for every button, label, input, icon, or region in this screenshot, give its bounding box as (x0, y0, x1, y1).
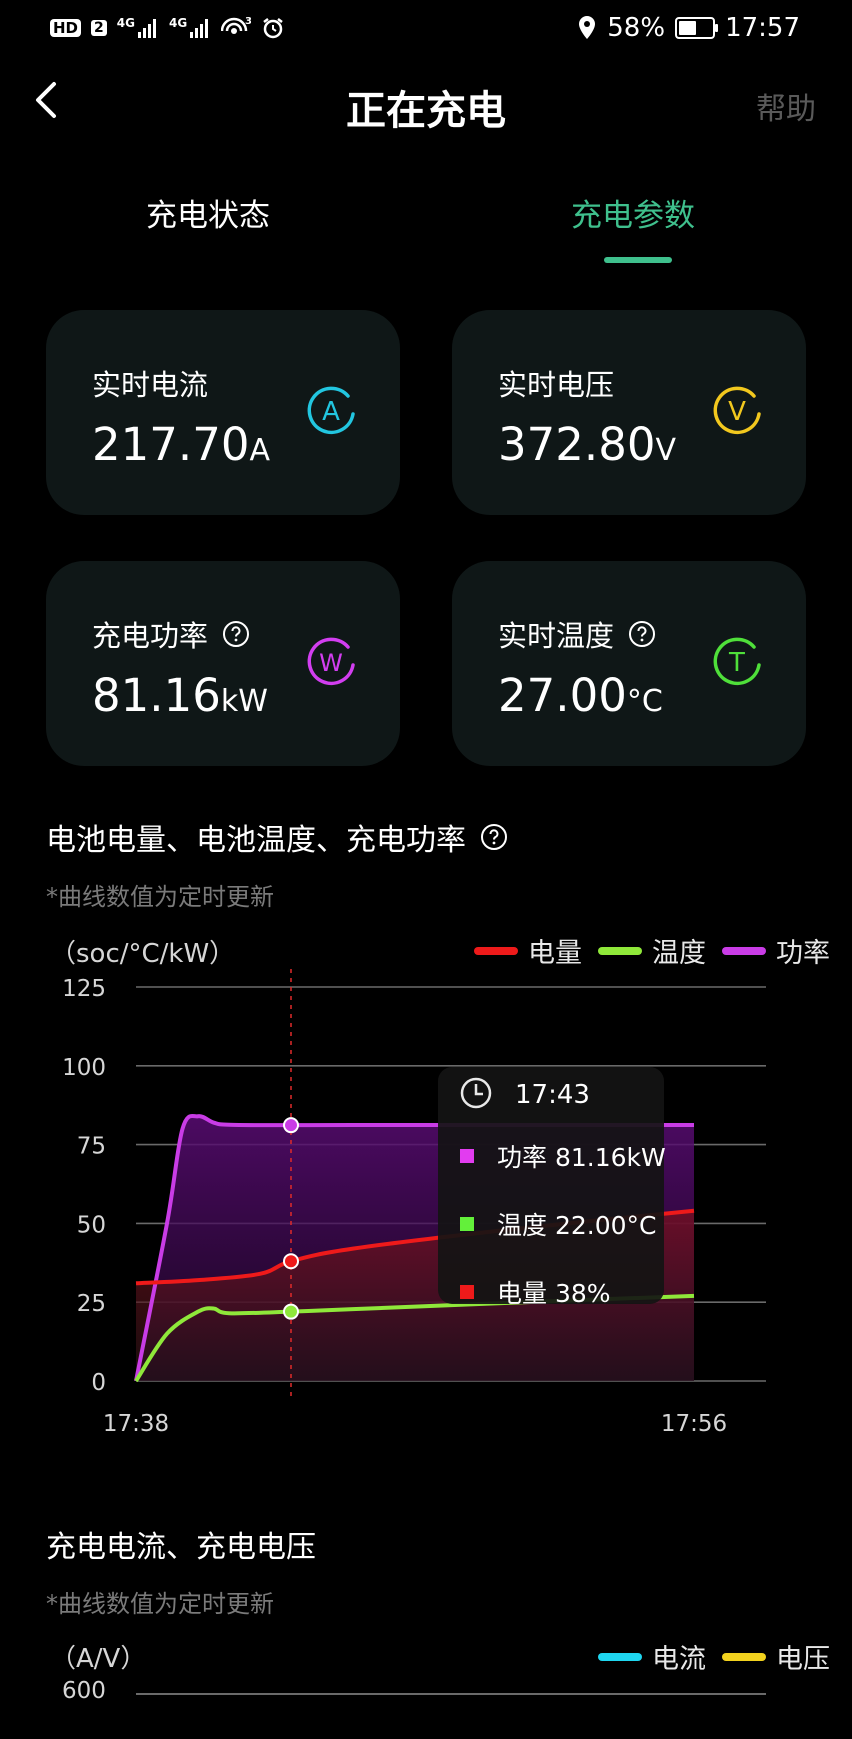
battery-icon (675, 17, 719, 39)
legend-voltage: 电压 (776, 1644, 830, 1675)
chart1-tooltip: 17:43 功率 81.16kW 温度 22.00°C 电量 38% (438, 1067, 666, 1308)
chart2-title: 充电电流、充电电压 (46, 1522, 316, 1566)
tooltip-power: 功率 81.16kW (497, 1143, 666, 1172)
highlight-point-soc (283, 1253, 299, 1270)
highlight-point-temperature (283, 1303, 299, 1320)
chart1-plot[interactable]: 0 25 50 75 100 125 17:38 17:56 17:43 功率 81.16k… (0, 960, 852, 1440)
chart1-title-text: 电池电量、电池温度、充电功率 (46, 823, 466, 858)
battery-percent: 58% (607, 13, 666, 43)
card-voltage-label: 实时电压 (498, 368, 615, 402)
help-question-icon[interactable] (628, 620, 656, 648)
card-temperature-unit: °C (626, 684, 663, 719)
signal-4g-icon: 4G (169, 17, 211, 39)
tooltip-soc: 电量 38% (497, 1279, 611, 1308)
signal-4g-icon: 4G (117, 17, 159, 39)
highlight-point-power (283, 1117, 299, 1134)
svg-text:3: 3 (245, 16, 251, 27)
card-power: 充电功率 81.16kW W (46, 561, 400, 766)
legend-swatch-temp (598, 946, 642, 955)
chart2-title-text: 充电电流、充电电压 (46, 1530, 316, 1565)
tooltip-time: 17:43 (515, 1080, 590, 1110)
card-power-value: 81.16 (92, 669, 221, 722)
current-icon-letter: A (322, 397, 340, 427)
temperature-icon: T (713, 637, 761, 686)
location-icon (579, 16, 596, 39)
power-watt-icon: W (307, 637, 355, 686)
tooltip-swatch-power (460, 1149, 474, 1163)
tab-charging-params[interactable]: 充电参数 (571, 190, 695, 235)
clock: 17:57 (725, 13, 800, 43)
status-bar-right: 58% 17:57 (577, 10, 800, 46)
tooltip-temp: 温度 22.00°C (497, 1211, 656, 1240)
chart2-ytick-label: 600 (62, 1678, 106, 1704)
wifi-hotspot-icon: 3 (221, 16, 251, 34)
chart2-legend: 电流 电压 (598, 1637, 830, 1676)
voltage-icon-letter: V (728, 397, 746, 427)
y-tick-label: 25 (77, 1291, 106, 1317)
card-temperature: 实时温度 27.00°C T (452, 561, 806, 766)
legend-swatch-soc (474, 946, 518, 955)
x-tick-label: 17:38 (103, 1411, 169, 1437)
legend-current: 电流 (652, 1644, 706, 1675)
current-ampere-icon: A (307, 386, 355, 435)
chart2-gridline (136, 1693, 766, 1695)
battery-fill (679, 21, 697, 35)
card-current-label: 实时电流 (92, 368, 209, 402)
x-tick-label: 17:56 (661, 1411, 727, 1437)
card-voltage-unit: V (655, 433, 676, 468)
card-current-unit: A (249, 433, 270, 468)
card-voltage-value: 372.80 (498, 418, 656, 471)
y-tick-label: 75 (77, 1134, 106, 1160)
tab-charging-status[interactable]: 充电状态 (146, 190, 270, 235)
card-current: 实时电流 217.70A A (46, 310, 400, 515)
alarm-icon (263, 18, 283, 39)
chart2-unit-label: （A/V） (50, 1644, 147, 1674)
chart2-note: *曲线数值为定时更新 (46, 1590, 274, 1618)
card-temperature-label: 实时温度 (498, 619, 615, 653)
y-tick-label: 100 (62, 1055, 106, 1081)
card-power-unit: kW (220, 684, 268, 719)
active-tab-indicator (604, 257, 672, 263)
chart1-title: 电池电量、电池温度、充电功率 (46, 815, 508, 859)
card-current-value: 217.70 (92, 418, 250, 471)
tooltip-swatch-temp (460, 1217, 474, 1231)
page-title: 正在充电 (346, 88, 506, 134)
chart1-note: *曲线数值为定时更新 (46, 883, 274, 911)
legend-swatch-current (598, 1652, 642, 1661)
legend-swatch-power (722, 946, 766, 955)
y-tick-label: 125 (62, 976, 106, 1002)
help-question-icon[interactable] (480, 823, 508, 851)
help-question-icon[interactable] (222, 620, 250, 648)
status-bar-left: HD 2 4G 4G 3 (50, 10, 285, 46)
y-tick-label: 50 (77, 1212, 106, 1238)
legend-swatch-voltage (722, 1652, 766, 1661)
hd-icon: HD (50, 19, 82, 37)
card-temperature-value: 27.00 (498, 669, 627, 722)
voltage-icon: V (713, 386, 761, 435)
card-voltage: 实时电压 372.80V V (452, 310, 806, 515)
y-tick-label: 0 (91, 1370, 106, 1396)
help-button[interactable]: 帮助 (756, 84, 816, 128)
power-icon-letter: W (319, 649, 343, 677)
sim2-icon: 2 (91, 20, 107, 36)
temperature-icon-letter: T (728, 648, 745, 678)
tooltip-swatch-soc (460, 1285, 474, 1299)
card-power-label: 充电功率 (92, 619, 209, 653)
